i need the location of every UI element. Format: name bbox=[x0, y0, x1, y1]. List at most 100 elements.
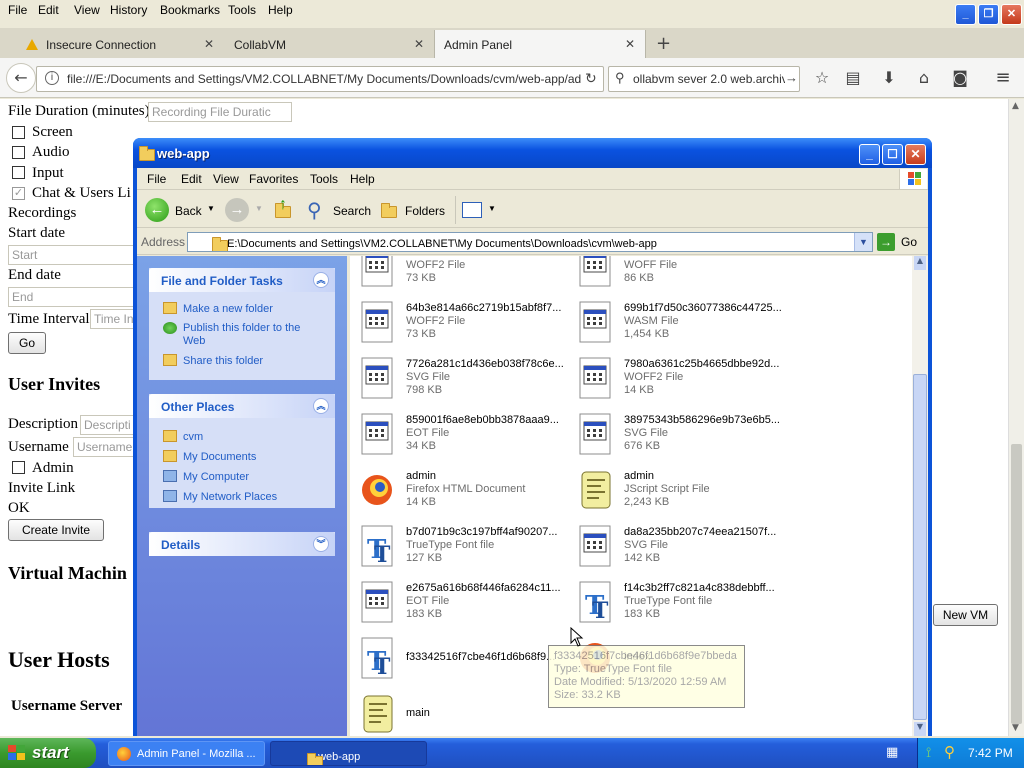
file-item[interactable]: 699b1f7d50c36077386c44725... WASM File 1,4… bbox=[576, 300, 791, 352]
taskbar-task-web-app[interactable]: web-app bbox=[270, 741, 427, 766]
share-folder-link[interactable]: Share this folder bbox=[163, 354, 263, 367]
file-item[interactable]: main bbox=[358, 692, 573, 736]
browser-restore-button[interactable]: ❐ bbox=[978, 4, 999, 25]
explorer-close-button[interactable]: ✕ bbox=[905, 144, 926, 165]
description-input[interactable]: Descripti bbox=[80, 415, 140, 435]
audio-checkbox[interactable] bbox=[12, 146, 25, 159]
home-icon[interactable]: ⌂ bbox=[914, 68, 934, 88]
browser-scrollbar[interactable]: ▲ ▼ bbox=[1008, 99, 1024, 736]
browser-menu-tools[interactable]: Tools bbox=[228, 3, 256, 17]
browser-menu-file[interactable]: File bbox=[8, 3, 27, 17]
file-item[interactable]: da8a235bb207c74eea21507f... SVG File 142 K… bbox=[576, 524, 791, 576]
explorer-menu-view[interactable]: View bbox=[213, 172, 239, 186]
other-place-my-network-places[interactable]: My Network Places bbox=[163, 490, 277, 503]
explorer-menu-edit[interactable]: Edit bbox=[181, 172, 202, 186]
browser-menu-view[interactable]: View bbox=[74, 3, 100, 17]
bookmark-star-icon[interactable]: ☆ bbox=[812, 68, 832, 88]
file-item[interactable]: 7726a281c1d436eb038f78c6e... SVG File 798 … bbox=[358, 356, 573, 408]
tab-admin-panel[interactable]: Admin Panel ✕ bbox=[434, 30, 646, 58]
file-item[interactable]: T T f33342516f7cbe46f1d6b68f9... bbox=[358, 636, 573, 688]
folders-button[interactable]: Folders bbox=[377, 196, 445, 224]
explorer-minimize-button[interactable]: _ bbox=[859, 144, 880, 165]
scroll-up-icon[interactable]: ▲ bbox=[1012, 101, 1019, 111]
back-button[interactable]: ← Back ▼ bbox=[143, 196, 219, 224]
forward-button[interactable]: → ▼ bbox=[223, 196, 265, 224]
hamburger-menu-icon[interactable]: ≡ bbox=[993, 68, 1013, 88]
input-checkbox[interactable] bbox=[12, 166, 25, 179]
end-date-input[interactable]: End bbox=[8, 287, 138, 307]
other-place-cvm[interactable]: cvm bbox=[163, 430, 203, 443]
file-item[interactable]: 7980a6361c25b4665dbbe92d... WOFF2 File 14 … bbox=[576, 356, 791, 408]
publish-folder-link[interactable]: Publish this folder to the Web bbox=[163, 322, 313, 348]
taskbar-task-firefox[interactable]: Admin Panel - Mozilla ... bbox=[108, 741, 265, 766]
browser-scroll-thumb[interactable] bbox=[1011, 444, 1022, 724]
reload-icon[interactable]: ↻ bbox=[581, 70, 601, 87]
address-dropdown-icon[interactable]: ▼ bbox=[854, 233, 872, 251]
admin-checkbox[interactable] bbox=[12, 461, 25, 474]
browser-menu-bookmarks[interactable]: Bookmarks bbox=[160, 3, 220, 17]
browser-menu-help[interactable]: Help bbox=[268, 3, 293, 17]
explorer-menu-help[interactable]: Help bbox=[350, 172, 375, 186]
browser-back-button[interactable]: ← bbox=[6, 63, 36, 93]
create-invite-button[interactable]: Create Invite bbox=[8, 519, 104, 541]
scroll-down-icon[interactable]: ▼ bbox=[1012, 723, 1019, 733]
keyboard-icon[interactable]: ▦ bbox=[886, 745, 898, 760]
file-list-scroll-thumb[interactable] bbox=[913, 374, 927, 720]
file-item[interactable]: admin JScript Script File 2,243 KB bbox=[576, 468, 791, 520]
go-button[interactable]: Go bbox=[8, 332, 46, 354]
file-item[interactable]: 859001f6ae8eb0bb3878aaa9... EOT File 34 KB bbox=[358, 412, 573, 464]
pocket-icon[interactable]: ◙ bbox=[950, 68, 970, 88]
file-folder-tasks-header[interactable]: File and Folder Tasks ︽ bbox=[149, 268, 335, 292]
username-input[interactable]: Username bbox=[73, 437, 140, 457]
views-button[interactable]: ▼ bbox=[455, 196, 496, 224]
chevron-up-icon[interactable]: ︽ bbox=[313, 398, 329, 414]
browser-minimize-button[interactable]: _ bbox=[955, 4, 976, 25]
screen-checkbox[interactable] bbox=[12, 126, 25, 139]
file-item[interactable]: 64b3e814a66c2719b15abf8f7... WOFF2 File 73… bbox=[358, 300, 573, 352]
new-tab-icon[interactable]: + bbox=[656, 33, 671, 54]
search-go-icon[interactable]: → bbox=[785, 70, 798, 85]
search-button[interactable]: ⚲ Search bbox=[305, 196, 371, 224]
start-date-input[interactable]: Start bbox=[8, 245, 138, 265]
browser-close-button[interactable]: ✕ bbox=[1001, 4, 1022, 25]
file-item[interactable]: WOFF File 86 KB bbox=[576, 256, 791, 296]
tab-close-icon[interactable]: ✕ bbox=[414, 37, 424, 51]
explorer-titlebar[interactable]: web-app _ ☐ ✕ bbox=[133, 138, 932, 168]
tab-close-icon[interactable]: ✕ bbox=[625, 37, 635, 51]
other-place-my-computer[interactable]: My Computer bbox=[163, 470, 249, 483]
file-item[interactable]: e2675a616b68f446fa6284c11... EOT File 183 … bbox=[358, 580, 573, 632]
tab-insecure-connection[interactable]: Insecure Connection ✕ bbox=[0, 30, 220, 58]
other-places-header[interactable]: Other Places ︽ bbox=[149, 394, 335, 418]
chevron-up-icon[interactable]: ︽ bbox=[313, 272, 329, 288]
search-bar[interactable]: ⚲ ollabvm sever 2.0 web.archive → bbox=[608, 66, 800, 92]
scroll-up-icon[interactable]: ▲ bbox=[914, 256, 926, 270]
new-vm-button[interactable]: New VM bbox=[933, 604, 998, 626]
download-icon[interactable]: ⬇ bbox=[879, 68, 899, 88]
file-item[interactable]: admin Firefox HTML Document 14 KB bbox=[358, 468, 573, 520]
explorer-menu-tools[interactable]: Tools bbox=[310, 172, 338, 186]
file-item[interactable]: T T f14c3b2ff7c821a4c838debbff... TrueType … bbox=[576, 580, 791, 632]
chat-users-checkbox[interactable]: ✓ bbox=[12, 187, 25, 200]
other-place-my-documents[interactable]: My Documents bbox=[163, 450, 256, 463]
up-folder-button[interactable]: ↑ bbox=[271, 196, 297, 224]
details-header[interactable]: Details ︾ bbox=[149, 532, 335, 556]
browser-menu-history[interactable]: History bbox=[110, 3, 147, 17]
explorer-maximize-button[interactable]: ☐ bbox=[882, 144, 903, 165]
file-item[interactable]: WOFF2 File 73 KB bbox=[358, 256, 573, 296]
reader-list-icon[interactable]: ▤ bbox=[843, 68, 863, 88]
start-button[interactable]: start bbox=[0, 738, 96, 768]
file-duration-input[interactable]: Recording File Duratic bbox=[148, 102, 292, 122]
tray-search-icon[interactable]: ⚲ bbox=[944, 743, 955, 761]
file-list-scrollbar[interactable]: ▲ ▼ bbox=[912, 256, 928, 736]
file-item[interactable]: 38975343b586296e9b73e6b5... SVG File 676 K… bbox=[576, 412, 791, 464]
network-icon[interactable]: ⟟ bbox=[926, 744, 931, 761]
chevron-down-icon[interactable]: ︾ bbox=[313, 536, 329, 552]
url-bar[interactable]: i file:///E:/Documents and Settings/VM2.… bbox=[36, 66, 604, 92]
file-item[interactable]: T T b7d071b9c3c197bff4af90207... TrueType F… bbox=[358, 524, 573, 576]
explorer-menu-favorites[interactable]: Favorites bbox=[249, 172, 298, 186]
tab-collabvm[interactable]: CollabVM ✕ bbox=[222, 30, 434, 58]
explorer-menu-file[interactable]: File bbox=[147, 172, 166, 186]
scroll-down-icon[interactable]: ▼ bbox=[914, 722, 926, 736]
address-input[interactable]: E:\Documents and Settings\VM2.COLLABNET\… bbox=[187, 232, 873, 252]
make-new-folder-link[interactable]: Make a new folder bbox=[163, 302, 273, 315]
